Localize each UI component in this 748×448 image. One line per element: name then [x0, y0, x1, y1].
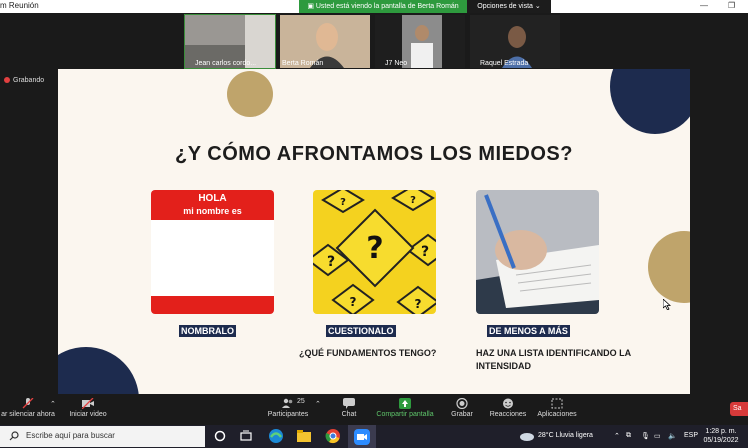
screen-share-banner: ▣ Usted está viendo la pantalla de Berta… [299, 0, 467, 13]
share-screen-button[interactable]: Compartir pantalla [373, 394, 437, 418]
chat-label: Chat [341, 411, 357, 418]
network-icon[interactable]: ▭ [654, 432, 661, 440]
chevron-down-icon: ⌄ [532, 3, 541, 10]
smiley-icon [503, 398, 513, 409]
svg-text:?: ? [350, 295, 357, 309]
task-view-icon[interactable] [238, 428, 254, 444]
participant-name: Raquel Estrada [480, 60, 529, 67]
taskbar-clock[interactable]: 1:28 p. m. 05/19/2022 [700, 427, 742, 445]
cortana-icon[interactable] [212, 428, 228, 444]
mute-label: ar silenciar ahora [1, 411, 55, 418]
weather-text[interactable]: 28°C Lluvia ligera [538, 432, 593, 439]
reactions-label: Reacciones [489, 411, 527, 418]
chat-button[interactable]: Chat [333, 394, 365, 418]
decorative-circle [648, 231, 690, 303]
video-off-icon [82, 398, 94, 409]
apps-button[interactable]: Aplicaciones [535, 394, 579, 418]
meet-now-icon[interactable]: ⧉ [626, 432, 631, 440]
name-tag-image: HOLA mi nombre es [151, 190, 274, 314]
apps-label: Aplicaciones [537, 411, 577, 418]
share-label: Compartir pantalla [376, 411, 434, 418]
participants-count: 25 [297, 398, 305, 405]
view-options-label: Opciones de vista [477, 3, 533, 10]
participant-tile[interactable]: Berta Román [280, 15, 370, 68]
restore-icon[interactable]: ❐ [728, 1, 735, 10]
recording-label: Grabando [13, 77, 45, 84]
view-options-button[interactable]: Opciones de vista ⌄ [467, 0, 551, 13]
record-button[interactable]: Grabar [447, 394, 477, 418]
slide-title: ¿Y CÓMO AFRONTAMOS LOS MIEDOS? [175, 143, 573, 165]
language-indicator[interactable]: ESP [684, 432, 698, 439]
svg-text:?: ? [415, 297, 422, 311]
mouse-cursor-icon [663, 299, 671, 310]
step-label: DE MENOS A MÁS [487, 325, 570, 337]
participant-name: Jean carlos cordo... [195, 60, 257, 67]
apps-icon [551, 398, 563, 409]
weather-cloud-icon[interactable] [519, 428, 535, 444]
participants-options-chevron-icon[interactable]: ⌃ [315, 400, 321, 408]
name-tag-footer [151, 296, 274, 314]
decorative-circle [610, 69, 690, 134]
chat-icon [343, 398, 355, 409]
participant-tile[interactable]: J7 Neo [375, 15, 465, 68]
decorative-circle [227, 71, 273, 117]
step-description: ¿QUÉ FUNDAMENTOS TENGO? [299, 348, 437, 358]
name-tag-subtitle: mi nombre es [183, 206, 242, 216]
step-description: HAZ UNA LISTA IDENTIFICANDO LA INTENSIDA… [476, 348, 631, 371]
record-label: Grabar [451, 411, 473, 418]
record-icon [456, 398, 468, 409]
zoom-app-icon [354, 429, 370, 445]
question-signs-image: ? ? ? ? ? ? ? [313, 190, 436, 314]
reactions-button[interactable]: Reacciones [488, 394, 528, 418]
shared-slide: ¿Y CÓMO AFRONTAMOS LOS MIEDOS? HOLA mi n… [58, 69, 690, 394]
microphone-icon[interactable]: 🎙 [641, 432, 650, 440]
microphone-muted-icon [22, 398, 34, 409]
participant-tile[interactable]: Jean carlos cordo... [184, 14, 276, 69]
meeting-toolbar: ar silenciar ahora ⌃ Iniciar video Parti… [0, 394, 748, 425]
decorative-circle [58, 347, 139, 394]
share-indicator-icon: ▣ [307, 3, 316, 10]
mute-options-chevron-icon[interactable]: ⌃ [50, 400, 56, 408]
svg-text:?: ? [327, 254, 335, 270]
share-banner-text: Usted está viendo la pantalla de Berta R… [315, 3, 459, 10]
svg-text:?: ? [366, 231, 383, 266]
minimize-icon[interactable]: — [700, 1, 708, 10]
video-label: Iniciar video [69, 411, 107, 418]
tray-chevron-icon[interactable]: ⌃ [614, 432, 620, 440]
writing-list-image [476, 190, 599, 314]
participants-icon [282, 398, 293, 408]
participants-label: Participantes [267, 411, 309, 418]
question-signs-graphic: ? ? ? ? ? ? ? [313, 190, 436, 314]
step-label: CUESTIONALO [326, 325, 396, 337]
name-tag-hello: HOLA [198, 193, 227, 204]
edge-icon[interactable] [268, 428, 284, 444]
zoom-taskbar-button[interactable] [348, 425, 376, 448]
taskbar-search-box[interactable]: Escribe aquí para buscar [0, 426, 205, 447]
svg-text:?: ? [410, 195, 416, 206]
writing-graphic [476, 190, 599, 314]
file-explorer-icon[interactable] [296, 428, 312, 444]
mute-button[interactable]: ar silenciar ahora [0, 394, 56, 418]
record-dot-icon [4, 77, 10, 84]
start-video-button[interactable]: Iniciar video [66, 394, 110, 418]
participant-name: Berta Román [282, 60, 324, 67]
end-meeting-button[interactable]: Sa [730, 402, 748, 416]
search-placeholder: Escribe aquí para buscar [26, 431, 115, 440]
participant-tile[interactable]: Raquel Estrada [470, 15, 560, 68]
window-title: m Reunión [0, 1, 39, 10]
video-gallery [0, 13, 748, 69]
clock-time: 1:28 p. m. [705, 428, 737, 435]
participant-name: J7 Neo [385, 60, 408, 67]
search-icon [9, 431, 19, 441]
volume-icon[interactable]: 🔈 [668, 432, 677, 440]
svg-text:?: ? [421, 244, 429, 260]
share-screen-icon [399, 398, 411, 409]
clock-date: 05/19/2022 [703, 437, 739, 444]
svg-text:?: ? [340, 197, 346, 208]
step-label: NOMBRALO [179, 325, 236, 337]
chrome-icon[interactable] [325, 428, 341, 444]
recording-indicator[interactable]: Grabando [4, 77, 44, 84]
